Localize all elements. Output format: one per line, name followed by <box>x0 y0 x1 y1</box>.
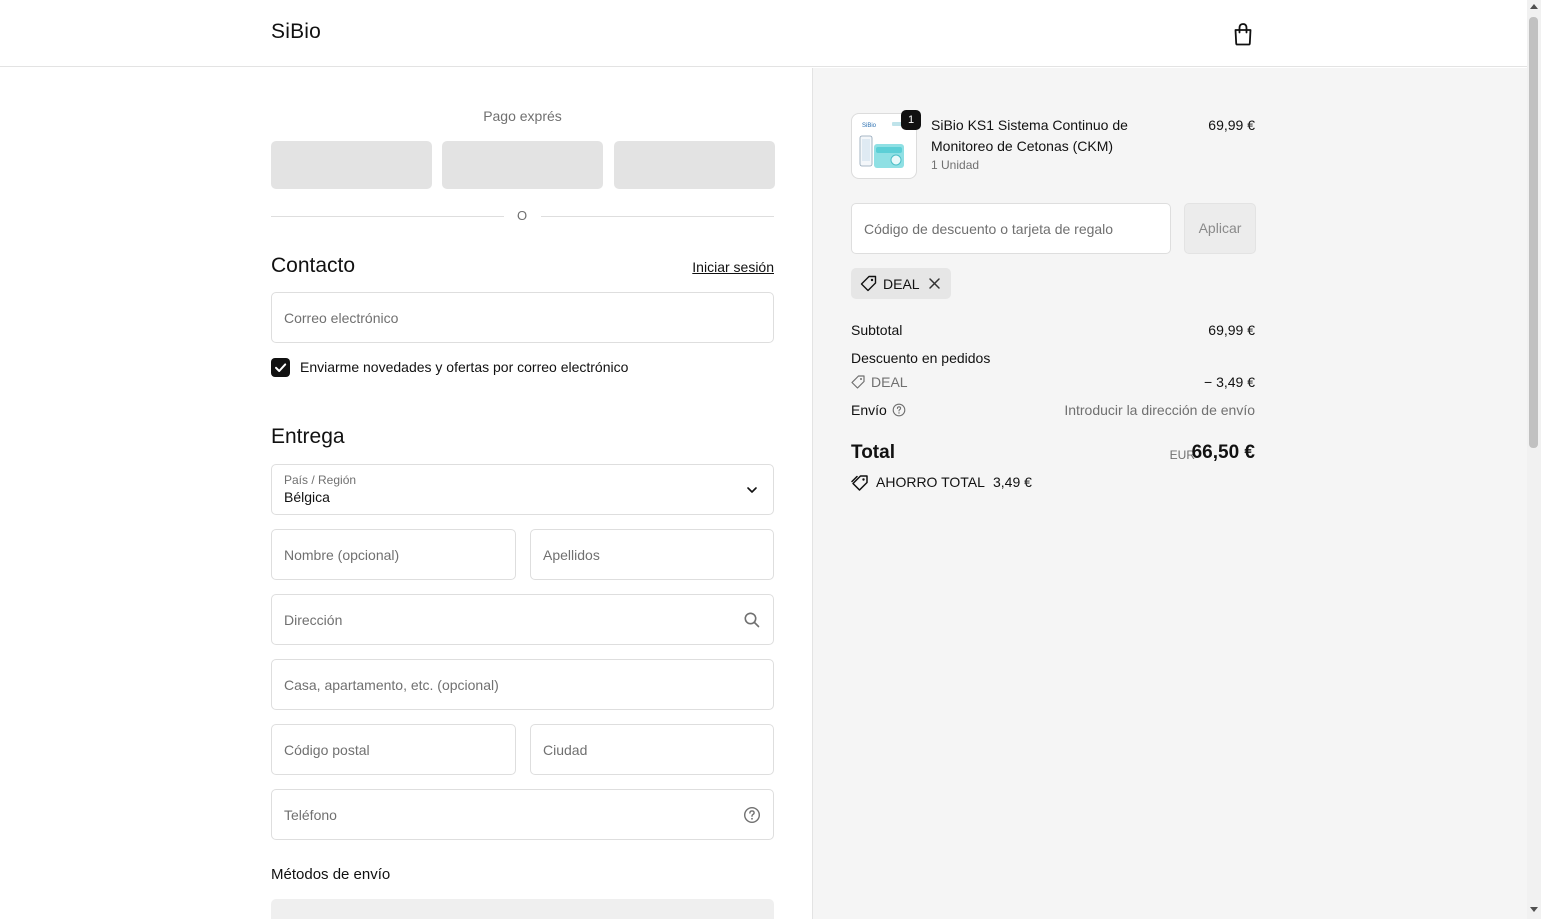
address-field[interactable]: Dirección <box>271 594 774 645</box>
email-placeholder: Correo electrónico <box>284 310 399 326</box>
newsletter-label: Enviarme novedades y ofertas por correo … <box>300 359 629 375</box>
subtotal-label: Subtotal <box>851 322 903 338</box>
last-name-placeholder: Apellidos <box>543 547 600 563</box>
total-label: Total <box>851 442 895 463</box>
discount-tag-icon <box>851 375 865 389</box>
applied-discount-chip: DEAL <box>851 268 951 299</box>
country-value: Bélgica <box>284 489 330 505</box>
savings-tag-icon <box>851 475 868 491</box>
shopping-bag-icon[interactable] <box>1232 22 1254 46</box>
tag-icon <box>860 275 877 292</box>
phone-placeholder: Teléfono <box>284 807 337 823</box>
express-pay-button-3[interactable] <box>614 141 775 189</box>
shipping-methods-placeholder <box>271 899 774 919</box>
shipping-help-icon[interactable] <box>892 403 906 417</box>
login-link[interactable]: Iniciar sesión <box>692 259 774 275</box>
checkmark-icon <box>275 363 287 372</box>
product-unit: 1 Unidad <box>931 158 980 172</box>
discount-value: − 3,49 € <box>1204 374 1255 390</box>
scroll-down-arrow-icon[interactable] <box>1530 907 1538 912</box>
discount-code-label: DEAL <box>871 374 908 390</box>
postal-code-field[interactable]: Código postal <box>271 724 516 775</box>
apply-discount-button[interactable]: Aplicar <box>1184 203 1256 254</box>
newsletter-checkbox[interactable] <box>271 358 290 377</box>
country-select[interactable]: País / Región Bélgica <box>271 464 774 515</box>
product-name: SiBio KS1 Sistema Continuo de Monitoreo … <box>931 117 1128 154</box>
applied-discount-code: DEAL <box>883 276 920 292</box>
apartment-field[interactable]: Casa, apartamento, etc. (opcional) <box>271 659 774 710</box>
address-placeholder: Dirección <box>284 612 343 628</box>
email-field[interactable]: Correo electrónico <box>271 292 774 343</box>
thumb-brand-text: SiBio <box>862 123 877 129</box>
discount-code-placeholder: Código de descuento o tarjeta de regalo <box>864 221 1114 237</box>
scrollbar-thumb[interactable] <box>1529 17 1538 448</box>
scroll-up-arrow-icon[interactable] <box>1530 4 1538 9</box>
shipping-value: Introducir la dirección de envío <box>1064 402 1255 418</box>
phone-field[interactable]: Teléfono <box>271 789 774 840</box>
order-summary: SiBio 1 SiBio KS1 Sistema Continuo de Mo… <box>812 68 1527 919</box>
order-discount-label: Descuento en pedidos <box>851 350 991 366</box>
search-icon[interactable] <box>743 611 761 629</box>
brand-logo[interactable]: SiBio <box>271 20 321 44</box>
discount-code-input[interactable]: Código de descuento o tarjeta de regalo <box>851 203 1171 254</box>
delivery-title: Entrega <box>271 425 345 448</box>
shipping-methods-title: Métodos de envío <box>271 866 391 883</box>
postal-code-placeholder: Código postal <box>284 742 370 758</box>
total-value: 66,50 € <box>1191 442 1255 463</box>
city-placeholder: Ciudad <box>543 742 588 758</box>
contact-title: Contacto <box>271 254 356 277</box>
chevron-down-icon <box>747 487 757 493</box>
total-savings-label: AHORRO TOTAL <box>876 474 985 490</box>
quantity-badge: 1 <box>901 110 921 130</box>
subtotal-value: 69,99 € <box>1208 322 1255 338</box>
total-savings-value: 3,49 € <box>993 474 1032 490</box>
express-pay-button-1[interactable] <box>271 141 432 189</box>
country-label: País / Región <box>284 473 357 487</box>
express-checkout-title: Pago exprés <box>483 108 562 124</box>
divider-or-text: O <box>516 208 528 223</box>
page-scrollbar[interactable] <box>1527 0 1541 919</box>
remove-discount-icon[interactable] <box>928 277 941 290</box>
help-circle-icon[interactable] <box>743 806 761 824</box>
divider-left <box>271 216 504 217</box>
site-header: SiBio <box>0 0 1527 67</box>
checkout-form: Pago exprés O Contacto Iniciar sesión Co… <box>0 68 812 919</box>
last-name-field[interactable]: Apellidos <box>530 529 774 580</box>
product-price: 69,99 € <box>1208 117 1255 133</box>
first-name-field[interactable]: Nombre (opcional) <box>271 529 516 580</box>
shipping-label: Envío <box>851 402 887 418</box>
first-name-placeholder: Nombre (opcional) <box>284 547 400 563</box>
express-pay-button-2[interactable] <box>442 141 603 189</box>
divider-right <box>541 216 774 217</box>
city-field[interactable]: Ciudad <box>530 724 774 775</box>
apartment-placeholder: Casa, apartamento, etc. (opcional) <box>284 677 499 693</box>
